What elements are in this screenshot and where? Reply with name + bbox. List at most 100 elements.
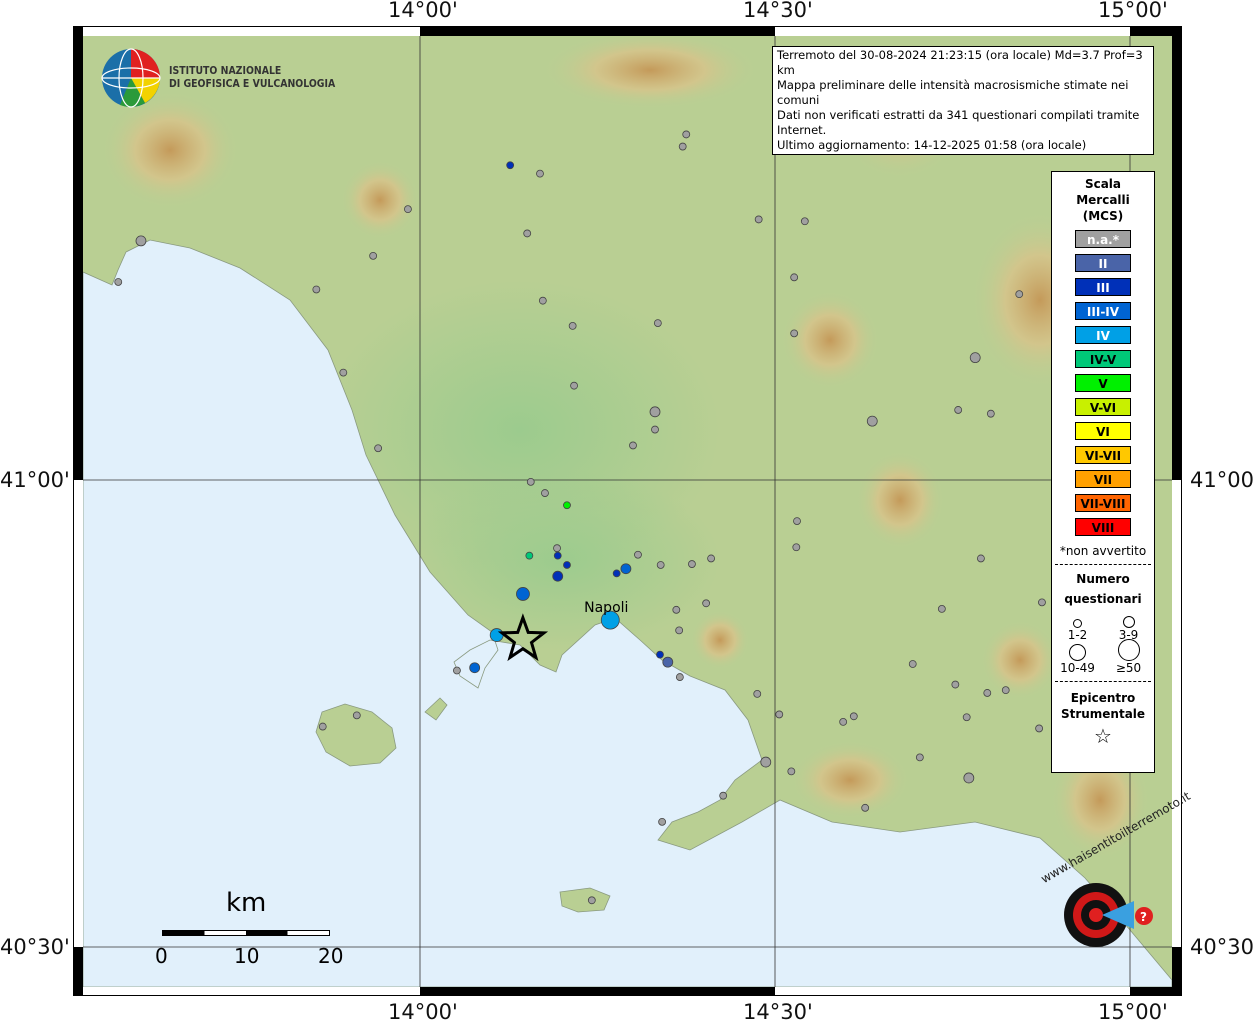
- intensity-point[interactable]: [135, 235, 147, 247]
- intensity-point[interactable]: [688, 560, 696, 568]
- frame-bar: [1172, 947, 1182, 996]
- intensity-point[interactable]: [651, 425, 659, 434]
- intensity-point[interactable]: [790, 273, 799, 282]
- intensity-point[interactable]: [1035, 724, 1044, 733]
- intensity-point[interactable]: [915, 753, 924, 762]
- intensity-point[interactable]: [563, 561, 571, 569]
- intensity-point[interactable]: [963, 772, 975, 784]
- intensity-scale: n.a.* II III III-IV IV IV-V V V-VI VI VI-VII VII VI…: [1052, 230, 1154, 536]
- intensity-point[interactable]: [526, 477, 535, 486]
- intensity-point[interactable]: [678, 142, 687, 151]
- intensity-point[interactable]: [977, 554, 985, 563]
- intensity-point[interactable]: [1001, 686, 1010, 695]
- intensity-point[interactable]: [536, 169, 544, 178]
- intensity-point[interactable]: [570, 381, 578, 390]
- intensity-point[interactable]: [653, 319, 662, 327]
- intensity-point[interactable]: [1015, 290, 1024, 299]
- circle-icon: [1117, 639, 1140, 661]
- intensity-point[interactable]: [839, 718, 848, 726]
- intensity-point[interactable]: [793, 517, 801, 525]
- intensity-point[interactable]: [792, 543, 801, 552]
- size-title-line: Numero: [1076, 572, 1130, 586]
- svg-text:?: ?: [1140, 910, 1147, 924]
- intensity-swatch: III-IV: [1075, 302, 1131, 320]
- intensity-swatch: VII-VIII: [1075, 494, 1131, 512]
- intensity-point[interactable]: [800, 217, 809, 226]
- intensity-point[interactable]: [983, 689, 992, 697]
- intensity-point[interactable]: [506, 161, 515, 170]
- intensity-point[interactable]: [662, 656, 674, 668]
- intensity-point[interactable]: [318, 722, 327, 731]
- intensity-point[interactable]: [672, 605, 681, 614]
- intensity-point[interactable]: [1038, 598, 1046, 607]
- intensity-point[interactable]: [753, 689, 762, 698]
- intensity-point[interactable]: [790, 329, 799, 338]
- intensity-point[interactable]: [612, 569, 621, 578]
- intensity-point[interactable]: [516, 587, 530, 601]
- intensity-point[interactable]: [114, 278, 123, 286]
- intensity-point[interactable]: [553, 544, 561, 553]
- intensity-point[interactable]: [525, 551, 534, 560]
- intensity-point[interactable]: [962, 713, 971, 722]
- size-10-49: 10-49: [1052, 644, 1103, 675]
- intensity-point[interactable]: [656, 561, 665, 569]
- circle-icon: [1122, 616, 1135, 628]
- intensity-point[interactable]: [374, 444, 383, 453]
- intensity-swatch: VI-VII: [1075, 446, 1131, 464]
- intensity-point[interactable]: [760, 756, 772, 768]
- frame-bar: [73, 26, 83, 480]
- intensity-point[interactable]: [682, 130, 691, 139]
- intensity-point[interactable]: [369, 251, 378, 260]
- intensity-point[interactable]: [352, 711, 361, 720]
- intensity-point[interactable]: [553, 551, 562, 560]
- macroseismic-map-page: 14°00' 14°30' 15°00' 14°00' 14°30' 15°00…: [0, 0, 1255, 1024]
- intensity-point[interactable]: [954, 406, 963, 414]
- intensity-point[interactable]: [587, 896, 596, 905]
- intensity-point[interactable]: [675, 626, 684, 635]
- intensity-point[interactable]: [866, 415, 878, 427]
- intensity-point[interactable]: [787, 767, 796, 776]
- size-legend: 1-2 3-9 10-49 ≥50: [1052, 613, 1154, 675]
- intensity-point[interactable]: [568, 321, 577, 330]
- intensity-point[interactable]: [541, 489, 549, 497]
- ingv-name: ISTITUTO NAZIONALE DI GEOFISICA E VULCANO…: [169, 64, 335, 90]
- intensity-point[interactable]: [453, 666, 461, 675]
- intensity-point[interactable]: [649, 406, 661, 418]
- intensity-point[interactable]: [986, 409, 995, 418]
- map-canvas[interactable]: Napoli: [83, 36, 1172, 987]
- intensity-point[interactable]: [937, 604, 946, 613]
- intensity-point[interactable]: [775, 710, 784, 719]
- intensity-point[interactable]: [969, 352, 981, 364]
- intensity-point[interactable]: [538, 296, 547, 305]
- intensity-point[interactable]: [620, 563, 632, 575]
- size-title-line: questionari: [1064, 592, 1142, 606]
- intensity-point[interactable]: [707, 554, 715, 563]
- intensity-point[interactable]: [702, 599, 711, 608]
- intensity-point[interactable]: [656, 650, 664, 659]
- scale-label: 20: [318, 944, 344, 968]
- intensity-point[interactable]: [312, 285, 321, 294]
- intensity-point[interactable]: [469, 662, 481, 674]
- intensity-point[interactable]: [849, 712, 858, 721]
- intensity-point[interactable]: [719, 791, 728, 800]
- intensity-point[interactable]: [339, 368, 348, 377]
- ingv-globe-icon: [101, 48, 161, 108]
- intensity-point[interactable]: [658, 817, 667, 826]
- intensity-point[interactable]: [754, 215, 763, 224]
- legend-title: Scala Mercalli (MCS): [1052, 176, 1154, 224]
- legend: Scala Mercalli (MCS) n.a.* II III III-IV IV IV-…: [1051, 171, 1155, 773]
- intensity-point[interactable]: [951, 680, 960, 689]
- intensity-point[interactable]: [634, 550, 642, 559]
- intensity-point[interactable]: [523, 229, 532, 238]
- circle-icon: [1069, 644, 1086, 661]
- intensity-point[interactable]: [861, 803, 870, 812]
- intensity-point[interactable]: [552, 570, 564, 582]
- intensity-point[interactable]: [563, 501, 571, 510]
- intensity-point[interactable]: [675, 673, 684, 681]
- lon-tick-label: 14°30': [743, 1000, 813, 1024]
- intensity-swatch: V-VI: [1075, 398, 1131, 416]
- intensity-point[interactable]: [489, 628, 504, 642]
- intensity-point[interactable]: [629, 441, 637, 450]
- intensity-point[interactable]: [908, 660, 917, 668]
- intensity-point[interactable]: [404, 205, 412, 214]
